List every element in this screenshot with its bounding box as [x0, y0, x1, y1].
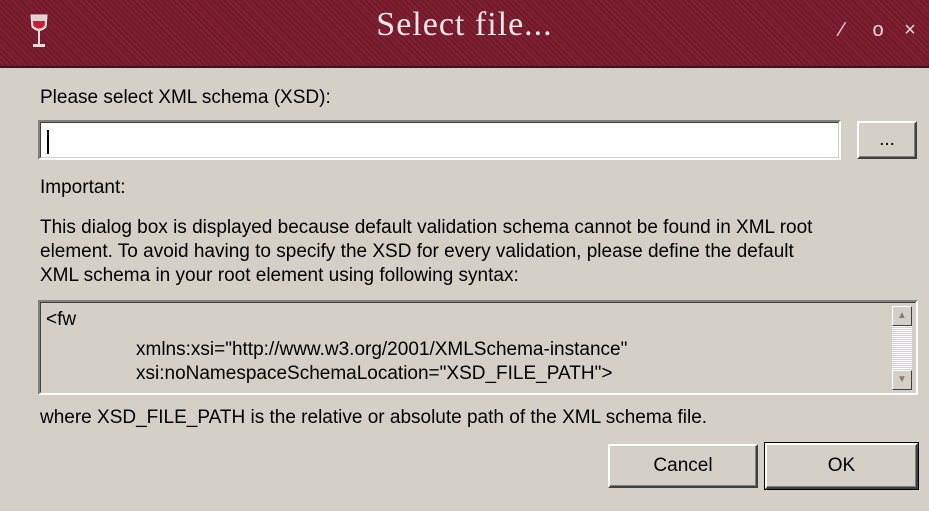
code-line-3: xsi:noNamespaceSchemaLocation="XSD_FILE_…	[136, 363, 613, 384]
vertical-scrollbar[interactable]: ▲ ▼	[892, 306, 912, 390]
syntax-example-box[interactable]: <fw xmlns:xsi="http://www.w3.org/2001/XM…	[38, 300, 918, 395]
close-button[interactable]: ×	[898, 18, 922, 42]
browse-button[interactable]: ...	[857, 121, 917, 159]
schema-label: Please select XML schema (XSD):	[40, 87, 331, 108]
schema-path-field[interactable]	[38, 120, 842, 160]
browse-button-label: ...	[879, 129, 895, 150]
schema-path-input[interactable]	[44, 126, 842, 154]
minimize-button[interactable]: ⁄	[830, 18, 854, 42]
cancel-button-label: Cancel	[653, 455, 713, 476]
important-label: Important:	[40, 177, 126, 198]
code-line-2: xmlns:xsi="http://www.w3.org/2001/XMLSch…	[136, 339, 628, 360]
text-caret	[47, 130, 49, 154]
description-line-1: This dialog box is displayed because def…	[40, 217, 813, 238]
ok-button[interactable]: OK	[764, 442, 919, 490]
select-file-dialog: Select file... ⁄ o × Please select XML s…	[0, 0, 929, 511]
cancel-button[interactable]: Cancel	[608, 444, 758, 488]
scroll-up-icon[interactable]: ▲	[892, 306, 912, 326]
maximize-button[interactable]: o	[866, 18, 890, 42]
window-title: Select file...	[376, 6, 553, 43]
xsd-path-footnote: where XSD_FILE_PATH is the relative or a…	[40, 407, 708, 428]
title-bar[interactable]: Select file... ⁄ o ×	[0, 0, 929, 68]
scroll-down-icon[interactable]: ▼	[892, 370, 912, 390]
code-line-1: <fw	[46, 309, 77, 330]
description-line-2: element. To avoid having to specify the …	[40, 241, 794, 262]
ok-button-label: OK	[827, 455, 856, 476]
description-line-3: XML schema in your root element using fo…	[40, 265, 519, 286]
